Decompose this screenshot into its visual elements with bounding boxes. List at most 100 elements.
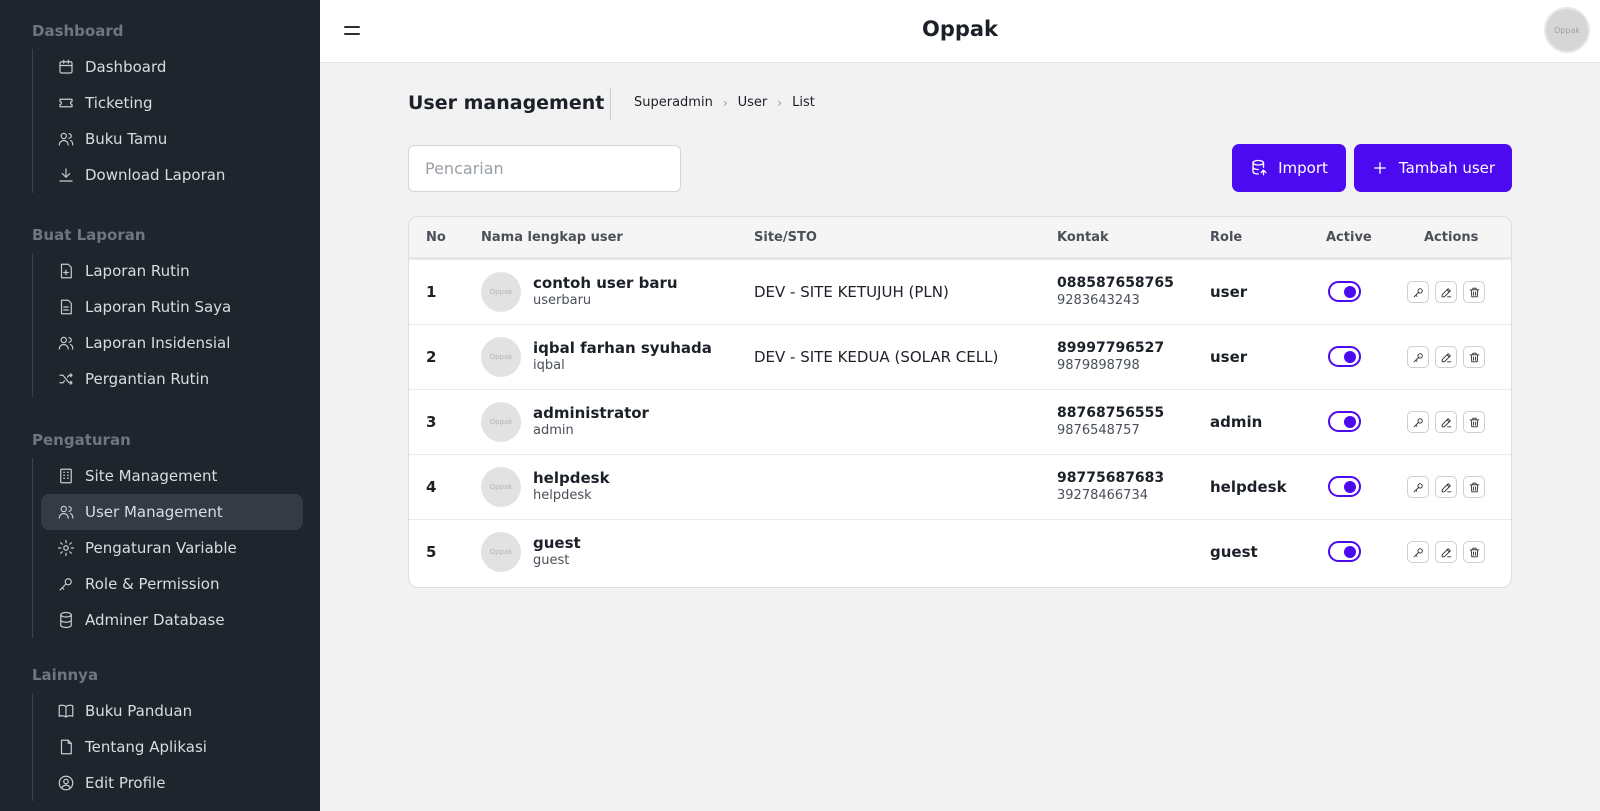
sidebar-item-edit-profile[interactable]: Edit Profile (33, 765, 302, 801)
user-avatar[interactable]: Oppak (1544, 7, 1590, 53)
avatar: Oppak (481, 467, 521, 507)
edit-icon (1441, 417, 1451, 427)
edit-button[interactable] (1435, 541, 1457, 563)
user-username: iqbal (533, 358, 565, 373)
delete-button[interactable] (1463, 411, 1485, 433)
permission-button[interactable] (1407, 541, 1429, 563)
column-header-name: Nama lengkap user (481, 230, 623, 245)
active-toggle[interactable] (1328, 346, 1361, 367)
chevron-right-icon: › (722, 95, 728, 110)
table-row: 5 Oppak guest guest guest (409, 520, 1511, 585)
sidebar-item-label: Adminer Database (85, 611, 225, 629)
add-user-button[interactable]: Tambah user (1354, 144, 1512, 192)
active-toggle[interactable] (1328, 541, 1361, 562)
table-row: 4 Oppak helpdesk helpdesk 98775687683 3927846… (409, 455, 1511, 520)
toggle-knob (1344, 416, 1356, 428)
sidebar: Dashboard Dashboard Ticketing Buku Tamu Down… (0, 0, 320, 811)
toggle-knob (1344, 351, 1356, 363)
user-contact-cell: 98775687683 39278466734 (1057, 469, 1164, 505)
key-icon (1413, 417, 1423, 427)
user-contact-cell: 88768756555 9876548757 (1057, 404, 1164, 440)
ticket-icon (57, 94, 75, 112)
add-user-button-label: Tambah user (1398, 159, 1496, 177)
sidebar-item-label: Download Laporan (85, 166, 226, 184)
sidebar-item-adminer-database[interactable]: Adminer Database (33, 602, 302, 638)
table-row: 3 Oppak administrator admin 88768756555 98765… (409, 390, 1511, 455)
file-icon (57, 738, 75, 756)
edit-icon (1441, 352, 1451, 362)
top-header: Oppak Oppak (320, 0, 1600, 63)
row-number: 3 (426, 413, 437, 431)
sidebar-section-title: Buat Laporan (32, 226, 146, 244)
sidebar-item-label: Dashboard (85, 58, 167, 76)
sidebar-item-pergantian-rutin[interactable]: Pergantian Rutin (33, 361, 302, 397)
page-title: User management (408, 92, 605, 114)
plus-icon (1373, 162, 1386, 174)
sidebar-item-laporan-rutin-saya[interactable]: Laporan Rutin Saya (33, 289, 302, 325)
avatar: Oppak (481, 272, 521, 312)
edit-button[interactable] (1435, 281, 1457, 303)
trash-icon (1469, 287, 1479, 297)
sidebar-item-label: Role & Permission (85, 575, 220, 593)
sidebar-item-label: Tentang Aplikasi (85, 738, 207, 756)
download-icon (57, 166, 75, 184)
sidebar-item-label: Ticketing (85, 94, 153, 112)
sidebar-item-download-laporan[interactable]: Download Laporan (33, 157, 302, 193)
active-toggle[interactable] (1328, 411, 1361, 432)
delete-button[interactable] (1463, 476, 1485, 498)
user-full-name: helpdesk (533, 469, 610, 487)
permission-button[interactable] (1407, 476, 1429, 498)
table-body: 1 Oppak contoh user baru userbaru DEV - SITE… (409, 260, 1511, 585)
app-title: Oppak (921, 17, 999, 41)
breadcrumb: Superadmin › User › List (634, 95, 815, 110)
row-actions (1407, 541, 1485, 563)
sidebar-item-pengaturan-variable[interactable]: Pengaturan Variable (33, 530, 302, 566)
active-toggle[interactable] (1328, 281, 1361, 302)
permission-button[interactable] (1407, 411, 1429, 433)
user-phone-secondary: 39278466734 (1057, 488, 1148, 503)
row-actions (1407, 411, 1485, 433)
row-actions (1407, 476, 1485, 498)
sidebar-item-ticketing[interactable]: Ticketing (33, 85, 302, 121)
user-table: No Nama lengkap user Site/STO Kontak Rol… (408, 216, 1512, 588)
file-text-icon (57, 298, 75, 316)
search-input[interactable] (408, 145, 681, 192)
sidebar-item-user-management[interactable]: User Management (41, 494, 303, 530)
edit-icon (1441, 287, 1451, 297)
breadcrumb-item-user[interactable]: User (738, 95, 768, 110)
delete-button[interactable] (1463, 541, 1485, 563)
chevron-right-icon: › (777, 95, 783, 110)
trash-icon (1469, 352, 1479, 362)
active-toggle[interactable] (1328, 476, 1361, 497)
import-button[interactable]: Import (1232, 144, 1346, 192)
user-phone: 088587658765 (1057, 275, 1174, 291)
key-icon (1413, 352, 1423, 362)
edit-button[interactable] (1435, 411, 1457, 433)
sidebar-item-dashboard[interactable]: Dashboard (33, 49, 302, 85)
sidebar-item-buku-tamu[interactable]: Buku Tamu (33, 121, 302, 157)
user-role: user (1210, 348, 1248, 366)
user-contact-cell: 89997796527 9879898798 (1057, 339, 1164, 375)
trash-icon (1469, 482, 1479, 492)
sidebar-item-role-permission[interactable]: Role & Permission (33, 566, 302, 602)
delete-button[interactable] (1463, 346, 1485, 368)
sidebar-item-site-management[interactable]: Site Management (33, 458, 302, 494)
sidebar-section-title: Pengaturan (32, 431, 131, 449)
breadcrumb-item-superadmin[interactable]: Superadmin (634, 95, 713, 110)
edit-button[interactable] (1435, 346, 1457, 368)
permission-button[interactable] (1407, 346, 1429, 368)
delete-button[interactable] (1463, 281, 1485, 303)
sidebar-item-label: User Management (85, 503, 223, 521)
row-actions (1407, 281, 1485, 303)
permission-button[interactable] (1407, 281, 1429, 303)
sidebar-nav-list: Site Management User Management Pengaturan… (32, 458, 303, 638)
toggle-knob (1344, 286, 1356, 298)
sidebar-item-laporan-insidensial[interactable]: Laporan Insidensial (33, 325, 302, 361)
key-icon (1413, 482, 1423, 492)
sidebar-item-label: Site Management (85, 467, 218, 485)
sidebar-item-laporan-rutin[interactable]: Laporan Rutin (33, 253, 302, 289)
edit-button[interactable] (1435, 476, 1457, 498)
sidebar-item-tentang-aplikasi[interactable]: Tentang Aplikasi (33, 729, 302, 765)
toggle-knob (1344, 481, 1356, 493)
sidebar-item-buku-panduan[interactable]: Buku Panduan (33, 693, 302, 729)
